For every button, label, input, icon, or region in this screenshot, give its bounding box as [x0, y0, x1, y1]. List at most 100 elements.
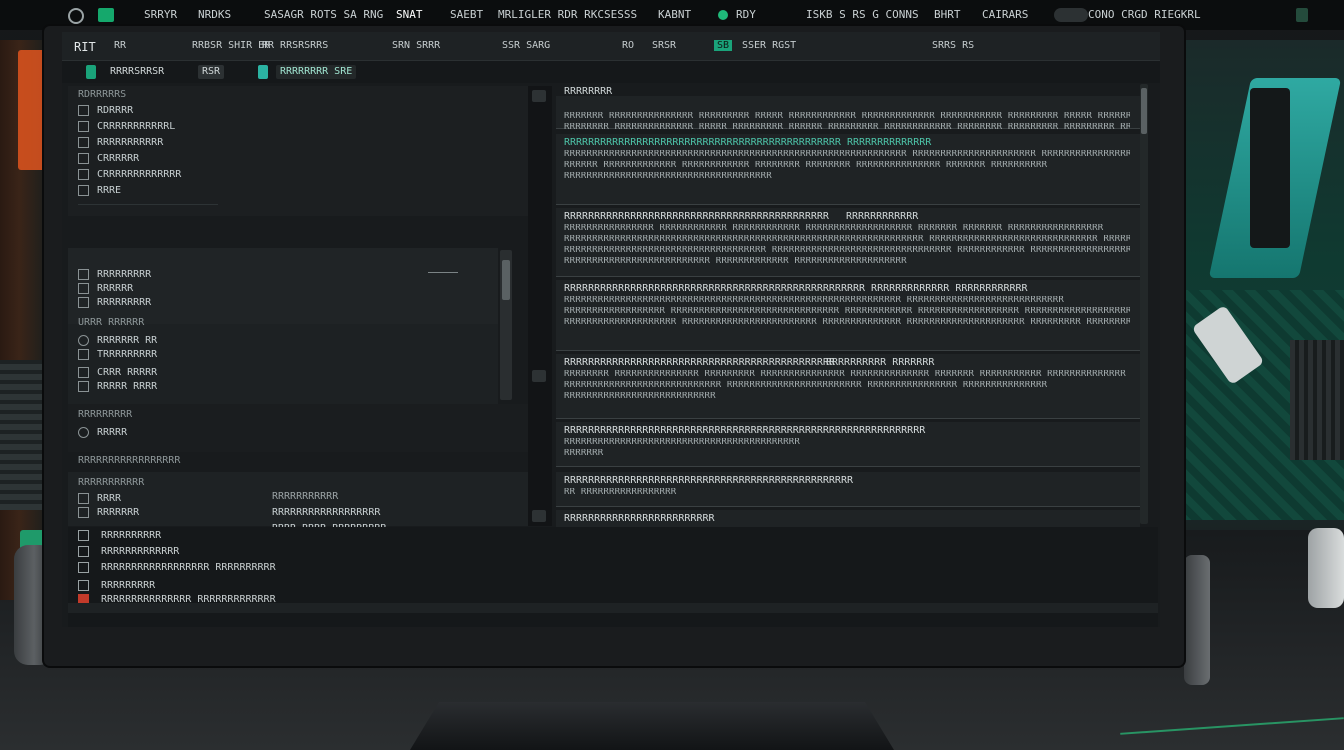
- result-card[interactable]: RRRRRRRRRRRRRRRRRRRRRRRRRRRRRRRRRRRRRRRR…: [556, 422, 1140, 467]
- tray-icon[interactable]: [1296, 8, 1308, 22]
- os-menu-item[interactable]: RDY: [736, 8, 756, 21]
- result-line: RRRRRRRRRRRRRRRRRRRRRRRRRRR: [564, 392, 716, 401]
- toolbar-item[interactable]: SRRS RS: [932, 40, 974, 51]
- file-icon: [78, 136, 89, 148]
- result-title[interactable]: RRRRRRRRRRRRRRRRRRRRRRRRRRRRRRRRRRRRRRRR…: [564, 357, 835, 368]
- result-card[interactable]: RRRRRRRRRRRRRRRRRRRRRRRRRRRRRRRRRRRRRRRR…: [556, 472, 1140, 507]
- result-title[interactable]: RRRRRRRRRRRRRRRRRRRRRRRRRRRRRRRRRRRRRRRR…: [564, 211, 829, 222]
- terminal-icon[interactable]: [98, 8, 114, 22]
- results-scrollbar[interactable]: [1140, 84, 1148, 524]
- result-line: RR RRRRRRRRRRRRRRRRR: [564, 488, 677, 497]
- dark-module: [1250, 88, 1290, 248]
- os-menu-item[interactable]: BHRT: [934, 8, 961, 21]
- tree-detail: RRRRRRRRRRRRRRRRRR: [272, 507, 381, 518]
- checkbox[interactable]: [78, 579, 89, 591]
- file-icon: [78, 366, 89, 378]
- result-line: RRRRRRRRRRRRRRRRRRRRRRRRRRRRRRRRRRRRRRRR…: [564, 150, 1130, 159]
- os-menu-item[interactable]: KABNT: [658, 8, 691, 21]
- sub-toolbar-chip[interactable]: RSR: [198, 65, 225, 79]
- sub-toolbar-label[interactable]: RRRRSRRSR: [106, 65, 168, 79]
- checkbox[interactable]: [78, 529, 89, 541]
- os-menu-item[interactable]: CAIRARS: [982, 8, 1028, 21]
- os-menu-item[interactable]: NRDKS: [198, 8, 231, 21]
- tree-item[interactable]: RRRRR: [97, 427, 127, 438]
- os-menu-item[interactable]: SASAGR ROTS SA RNG: [264, 8, 383, 21]
- toolbar-item[interactable]: RIT: [74, 40, 96, 54]
- tree-item[interactable]: CRRR RRRRR: [97, 367, 157, 378]
- result-line: RRRRRRR: [564, 449, 604, 458]
- toolbar-item[interactable]: RR: [114, 40, 126, 51]
- result-line: RRRRRRRR RRRRRRRRRRRRRR RRRRR RRRRRRRRR …: [564, 123, 1130, 132]
- tree-item[interactable]: TRRRRRRRRR: [97, 349, 157, 360]
- collapse-down-icon[interactable]: [532, 370, 546, 382]
- result-title[interactable]: RRRRRRRRRRRRRRRRRRRRRRRRR: [564, 513, 715, 524]
- tree-item[interactable]: RRRE: [97, 185, 121, 196]
- os-menu-item[interactable]: MRLIGLER RDR RKCSESSS: [498, 8, 637, 21]
- status-dot-icon: [718, 10, 728, 20]
- os-menu-item[interactable]: SNAT: [396, 8, 423, 21]
- scroll-thumb[interactable]: [1141, 88, 1147, 134]
- result-meta: RRRRRRRRRRRR: [846, 211, 919, 222]
- tree-item[interactable]: RRRRRR: [97, 283, 133, 294]
- result-card[interactable]: RRRRRRRRRRRRRRRRRRRRRRRRRRRRRRRRRRRRRRRR…: [556, 134, 1140, 205]
- result-line: RRRRRRRRRRRRRRRR RRRRRRRRRRRR RRRRRRRRRR…: [564, 224, 1104, 233]
- file-icon: [78, 184, 89, 196]
- tree-item[interactable]: RRRRRRRRR: [97, 297, 151, 308]
- file-icon: [78, 168, 89, 180]
- scroll-thumb[interactable]: [502, 260, 510, 300]
- result-line: RRRRRRRRRRRRRRRRRRRRRRRRRRRRRRRRRRRRRRRR…: [564, 438, 800, 447]
- circle-icon: [78, 426, 89, 438]
- tree-group-heading: URRR RRRRRR: [78, 317, 145, 328]
- checkbox[interactable]: [78, 561, 89, 573]
- tree-item[interactable]: RRRRR RRRR: [97, 381, 157, 392]
- expand-icon[interactable]: [532, 510, 546, 522]
- tree-item[interactable]: RRRR: [97, 493, 121, 504]
- os-status-text: CONO CRGD RIEGKRL: [1088, 8, 1201, 21]
- result-card[interactable]: RRRRRRR RRRRRRRRRRRRRRR RRRRRRRRR RRRRR …: [556, 96, 1140, 132]
- result-card[interactable]: RRRRRRRRRRRRRRRRRRRRRRRRRRRRRRRRRRRRRRRR…: [556, 354, 1140, 419]
- os-menu-item[interactable]: ISKB S RS G CONNS: [806, 8, 919, 21]
- result-line: RRRRRRR RRRRRRRRRRRRRRR RRRRRRRRR RRRRR …: [564, 112, 1130, 121]
- os-menu-item[interactable]: SRRYR: [144, 8, 177, 21]
- file-icon: [78, 104, 89, 116]
- toolbar-item[interactable]: SRSR: [652, 40, 676, 51]
- result-card[interactable]: RRRRRRRRRRRRRRRRRRRRRRRRRRRRRRRRRRRRRRRR…: [556, 208, 1140, 277]
- toolbar-item[interactable]: SRN SRRR: [392, 40, 440, 51]
- tree-scrollbar[interactable]: [500, 250, 512, 400]
- result-card[interactable]: RRRRRRRRRRRRRRRRRRRRRRRRRRRRRRRRRRRRRRRR…: [556, 280, 1140, 351]
- collapse-up-icon[interactable]: [532, 90, 546, 102]
- tree-item[interactable]: RRRRRRR: [97, 507, 139, 518]
- folder-icon: [78, 282, 89, 294]
- checkbox[interactable]: [78, 545, 89, 557]
- toolbar-item[interactable]: RO: [622, 40, 634, 51]
- toolbar-item[interactable]: RR RRSRSRRS: [262, 40, 328, 51]
- toolbar-active-item[interactable]: SB: [714, 40, 733, 51]
- result-title[interactable]: RRRRRRRRRRRRRRRRRRRRRRRRRRRRRRRRRRRRRRRR…: [564, 283, 1028, 294]
- console-line: RRRRRRRRR: [101, 580, 156, 591]
- tree-item[interactable]: RRRRRRRRRRR: [97, 137, 163, 148]
- circuit-board: [0, 360, 46, 510]
- chip: [1290, 340, 1344, 460]
- app-menu-icon[interactable]: [68, 8, 84, 24]
- search-pill[interactable]: [1054, 8, 1088, 22]
- tree-item[interactable]: CRRRRRR: [97, 153, 139, 164]
- green-tag-icon: [86, 65, 96, 79]
- result-line: RRRRRRRRRRRRRRRRRR RRRRRRRRRRRRRRRRRRRRR…: [564, 307, 1130, 316]
- tree-item[interactable]: CRRRRRRRRRRRRR: [97, 169, 181, 180]
- result-title[interactable]: RRRRRRRRRRRRRRRRRRRRRRRRRRRRRRRRRRRRRRRR…: [564, 475, 853, 486]
- status-bar: [68, 603, 1158, 613]
- toolbar-item[interactable]: SSR SARG: [502, 40, 550, 51]
- teal-tag-icon: [258, 65, 268, 79]
- os-menu-item[interactable]: SAEBT: [450, 8, 483, 21]
- toolbar-item[interactable]: RRBSR SHIR BR: [192, 40, 270, 51]
- tree-item[interactable]: RRRRRRR RR: [97, 335, 157, 346]
- tree-item[interactable]: CRRRRRRRRRRRL: [97, 121, 175, 132]
- sub-toolbar-active[interactable]: RRRRRRRR SRE: [276, 65, 357, 79]
- result-title[interactable]: RRRRRRRRRRRRRRRRRRRRRRRRRRRRRRRRRRRRRRRR…: [564, 425, 925, 436]
- tree-item[interactable]: RDRRRR: [97, 105, 133, 116]
- tree-item[interactable]: RRRRRRRRR: [97, 269, 151, 280]
- result-line: RRRRRR RRRRRRRRRRRRR RRRRRRRRRRRR RRRRRR…: [564, 161, 1048, 170]
- pane-splitter[interactable]: [528, 86, 552, 526]
- toolbar-item[interactable]: SSER RGST: [742, 40, 796, 51]
- result-title[interactable]: RRRRRRRRRRRRRRRRRRRRRRRRRRRRRRRRRRRRRRRR…: [564, 137, 931, 148]
